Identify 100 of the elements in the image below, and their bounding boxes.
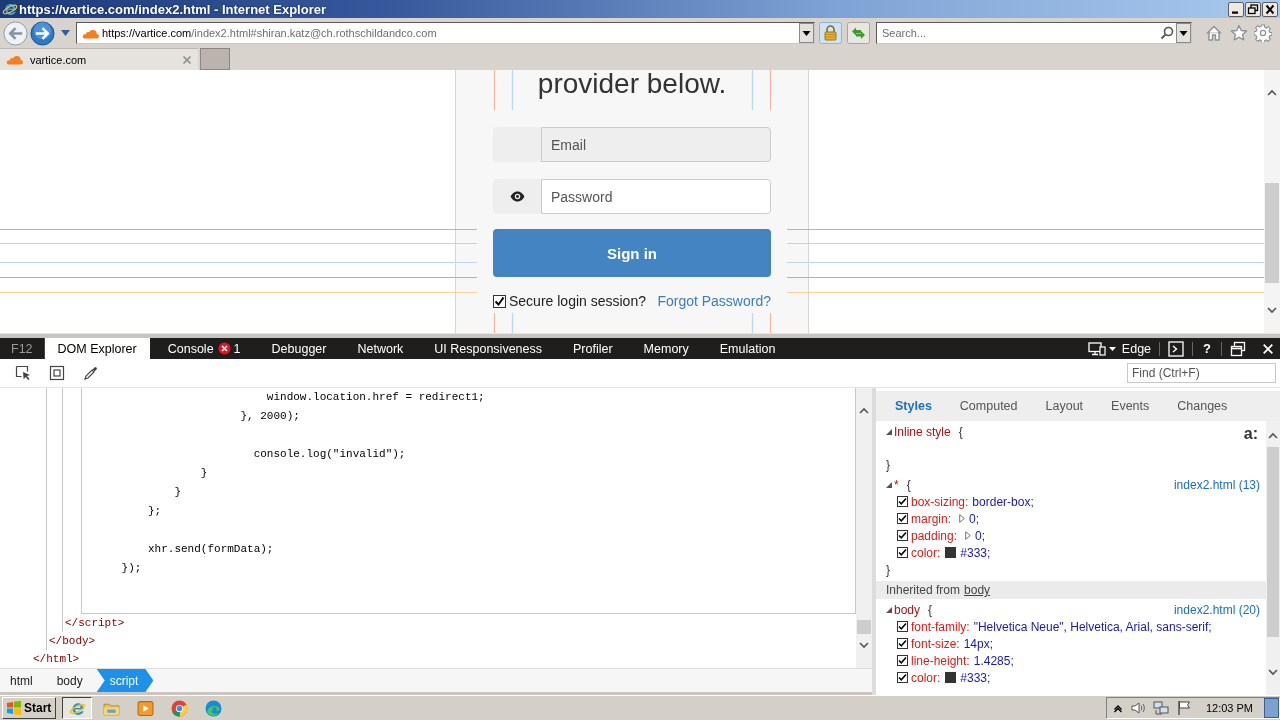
lock-icon[interactable] xyxy=(819,22,842,44)
code-line: }); xyxy=(121,561,142,576)
styles-tab[interactable]: Styles xyxy=(881,399,946,413)
caret-up-icon[interactable] xyxy=(1112,703,1123,713)
eyedropper-icon[interactable] xyxy=(83,365,99,381)
checkbox-label: Secure login session? xyxy=(509,293,646,309)
property-name: box-sizing: xyxy=(911,494,969,509)
start-button[interactable]: Start xyxy=(2,697,57,719)
terminal-icon[interactable] xyxy=(1168,340,1185,357)
home-icon[interactable] xyxy=(1205,24,1223,42)
help-button[interactable]: ? xyxy=(1203,341,1211,356)
password-field[interactable]: Password xyxy=(541,179,771,214)
inherited-link[interactable]: body xyxy=(964,583,991,597)
address-field[interactable]: https://vartice.com/index2.html#shiran.katz@ch.rothschildandco.com xyxy=(76,22,815,44)
color-swatch-icon[interactable] xyxy=(945,672,957,683)
scrollbar-thumb[interactable] xyxy=(1267,447,1279,637)
expand-triangle-icon[interactable] xyxy=(886,428,892,435)
star-icon[interactable] xyxy=(1230,24,1248,42)
checkbox[interactable] xyxy=(897,513,908,524)
checkbox[interactable] xyxy=(897,621,908,632)
pseudo-class-button[interactable]: a: xyxy=(1243,425,1258,443)
flag-icon[interactable] xyxy=(1175,700,1192,716)
property-value: 14px; xyxy=(963,636,994,651)
show-password-button[interactable] xyxy=(493,179,541,214)
breadcrumb-item[interactable]: html xyxy=(0,669,47,692)
property-value: 0; xyxy=(969,511,980,526)
devtools-label: F12 xyxy=(0,338,45,359)
search-field[interactable]: Search... xyxy=(876,22,1192,44)
devtools-tab[interactable]: Emulation xyxy=(706,338,789,359)
css-selector: body xyxy=(894,602,921,617)
checkbox[interactable] xyxy=(897,530,908,541)
forgot-password-link[interactable]: Forgot Password? xyxy=(657,293,771,309)
source-link[interactable]: index2.html (13) xyxy=(1173,477,1260,492)
network-icon[interactable] xyxy=(1152,700,1169,716)
property-value: 1.4285; xyxy=(973,653,1014,668)
browser-tab[interactable]: vartice.com xyxy=(0,48,198,70)
taskbar-button[interactable] xyxy=(62,697,93,719)
square-icon[interactable] xyxy=(49,365,65,381)
gear-icon[interactable] xyxy=(1254,24,1272,42)
scrollbar-thumb[interactable] xyxy=(1265,183,1279,283)
document-mode-button[interactable]: Edge xyxy=(1121,341,1152,356)
sign-in-button[interactable]: Sign in xyxy=(493,229,771,277)
scrollbar-thumb[interactable] xyxy=(857,620,871,634)
code-line: }; xyxy=(148,504,162,519)
devtools-tab[interactable]: Console 1 xyxy=(154,338,254,359)
dropdown-icon[interactable] xyxy=(1176,23,1191,43)
devtools-tab[interactable]: Debugger xyxy=(258,338,340,359)
caret-down-icon[interactable] xyxy=(1108,346,1116,351)
speaker-icon[interactable] xyxy=(1129,700,1146,716)
select-element-icon[interactable] xyxy=(15,365,31,381)
chrome-logo-icon xyxy=(170,699,188,717)
media-player-icon xyxy=(136,699,154,717)
expand-triangle-icon[interactable] xyxy=(886,606,892,613)
edge-logo-icon xyxy=(204,699,222,717)
close-icon[interactable] xyxy=(1262,1,1278,17)
cloud-icon xyxy=(5,54,23,65)
styles-tab[interactable]: Computed xyxy=(945,399,1032,413)
refresh-icon[interactable] xyxy=(847,22,870,44)
styles-tab[interactable]: Changes xyxy=(1163,399,1242,413)
devtools-tab[interactable]: Network xyxy=(344,338,417,359)
source-link[interactable]: index2.html (20) xyxy=(1173,602,1260,617)
devtools-tab[interactable]: Memory xyxy=(630,338,702,359)
closing-tag[interactable]: </html> xyxy=(33,653,80,665)
property-name: color: xyxy=(911,545,941,560)
windows-icon[interactable] xyxy=(1230,340,1246,357)
dropdown-icon[interactable] xyxy=(799,23,814,43)
checkbox[interactable] xyxy=(897,638,908,649)
devtools-tab[interactable]: DOM Explorer xyxy=(44,338,150,359)
breadcrumb-item[interactable]: body xyxy=(46,669,97,692)
scrollbar[interactable] xyxy=(1266,421,1280,695)
search-icon[interactable] xyxy=(1160,26,1174,40)
checkbox[interactable] xyxy=(897,547,908,558)
email-field[interactable]: Email xyxy=(541,127,771,162)
clock: 12:03 PM xyxy=(1205,702,1253,714)
find-field[interactable]: Find (Ctrl+F) xyxy=(1127,363,1276,383)
styles-tab[interactable]: Events xyxy=(1097,399,1164,413)
property-value: 0; xyxy=(975,528,986,543)
code-line: window.location.href = redirect1; xyxy=(266,390,485,405)
color-swatch-icon[interactable] xyxy=(945,547,957,558)
minimize-icon[interactable] xyxy=(1228,1,1244,17)
scrollbar[interactable] xyxy=(856,388,872,669)
checkbox[interactable] xyxy=(493,294,506,308)
closing-tag[interactable]: </script> xyxy=(65,617,125,629)
scrollbar[interactable] xyxy=(1264,70,1280,333)
code-line: } xyxy=(174,485,182,500)
monitor-icon[interactable] xyxy=(1087,341,1106,356)
brace: } xyxy=(886,457,890,472)
property-name: color: xyxy=(911,670,941,685)
devtools-tab[interactable]: UI Responsiveness xyxy=(421,338,555,359)
styles-tab[interactable]: Layout xyxy=(1031,399,1098,413)
brace: { xyxy=(958,424,963,439)
closing-tag[interactable]: </body> xyxy=(49,635,96,647)
devtools-tab[interactable]: Profiler xyxy=(560,338,626,359)
property-value: #333; xyxy=(960,545,991,560)
restore-icon[interactable] xyxy=(1245,1,1261,17)
checkbox[interactable] xyxy=(897,672,908,683)
forward-icon[interactable] xyxy=(30,20,55,46)
checkbox[interactable] xyxy=(897,655,908,666)
checkbox[interactable] xyxy=(897,496,908,507)
expand-triangle-icon[interactable] xyxy=(886,481,892,488)
